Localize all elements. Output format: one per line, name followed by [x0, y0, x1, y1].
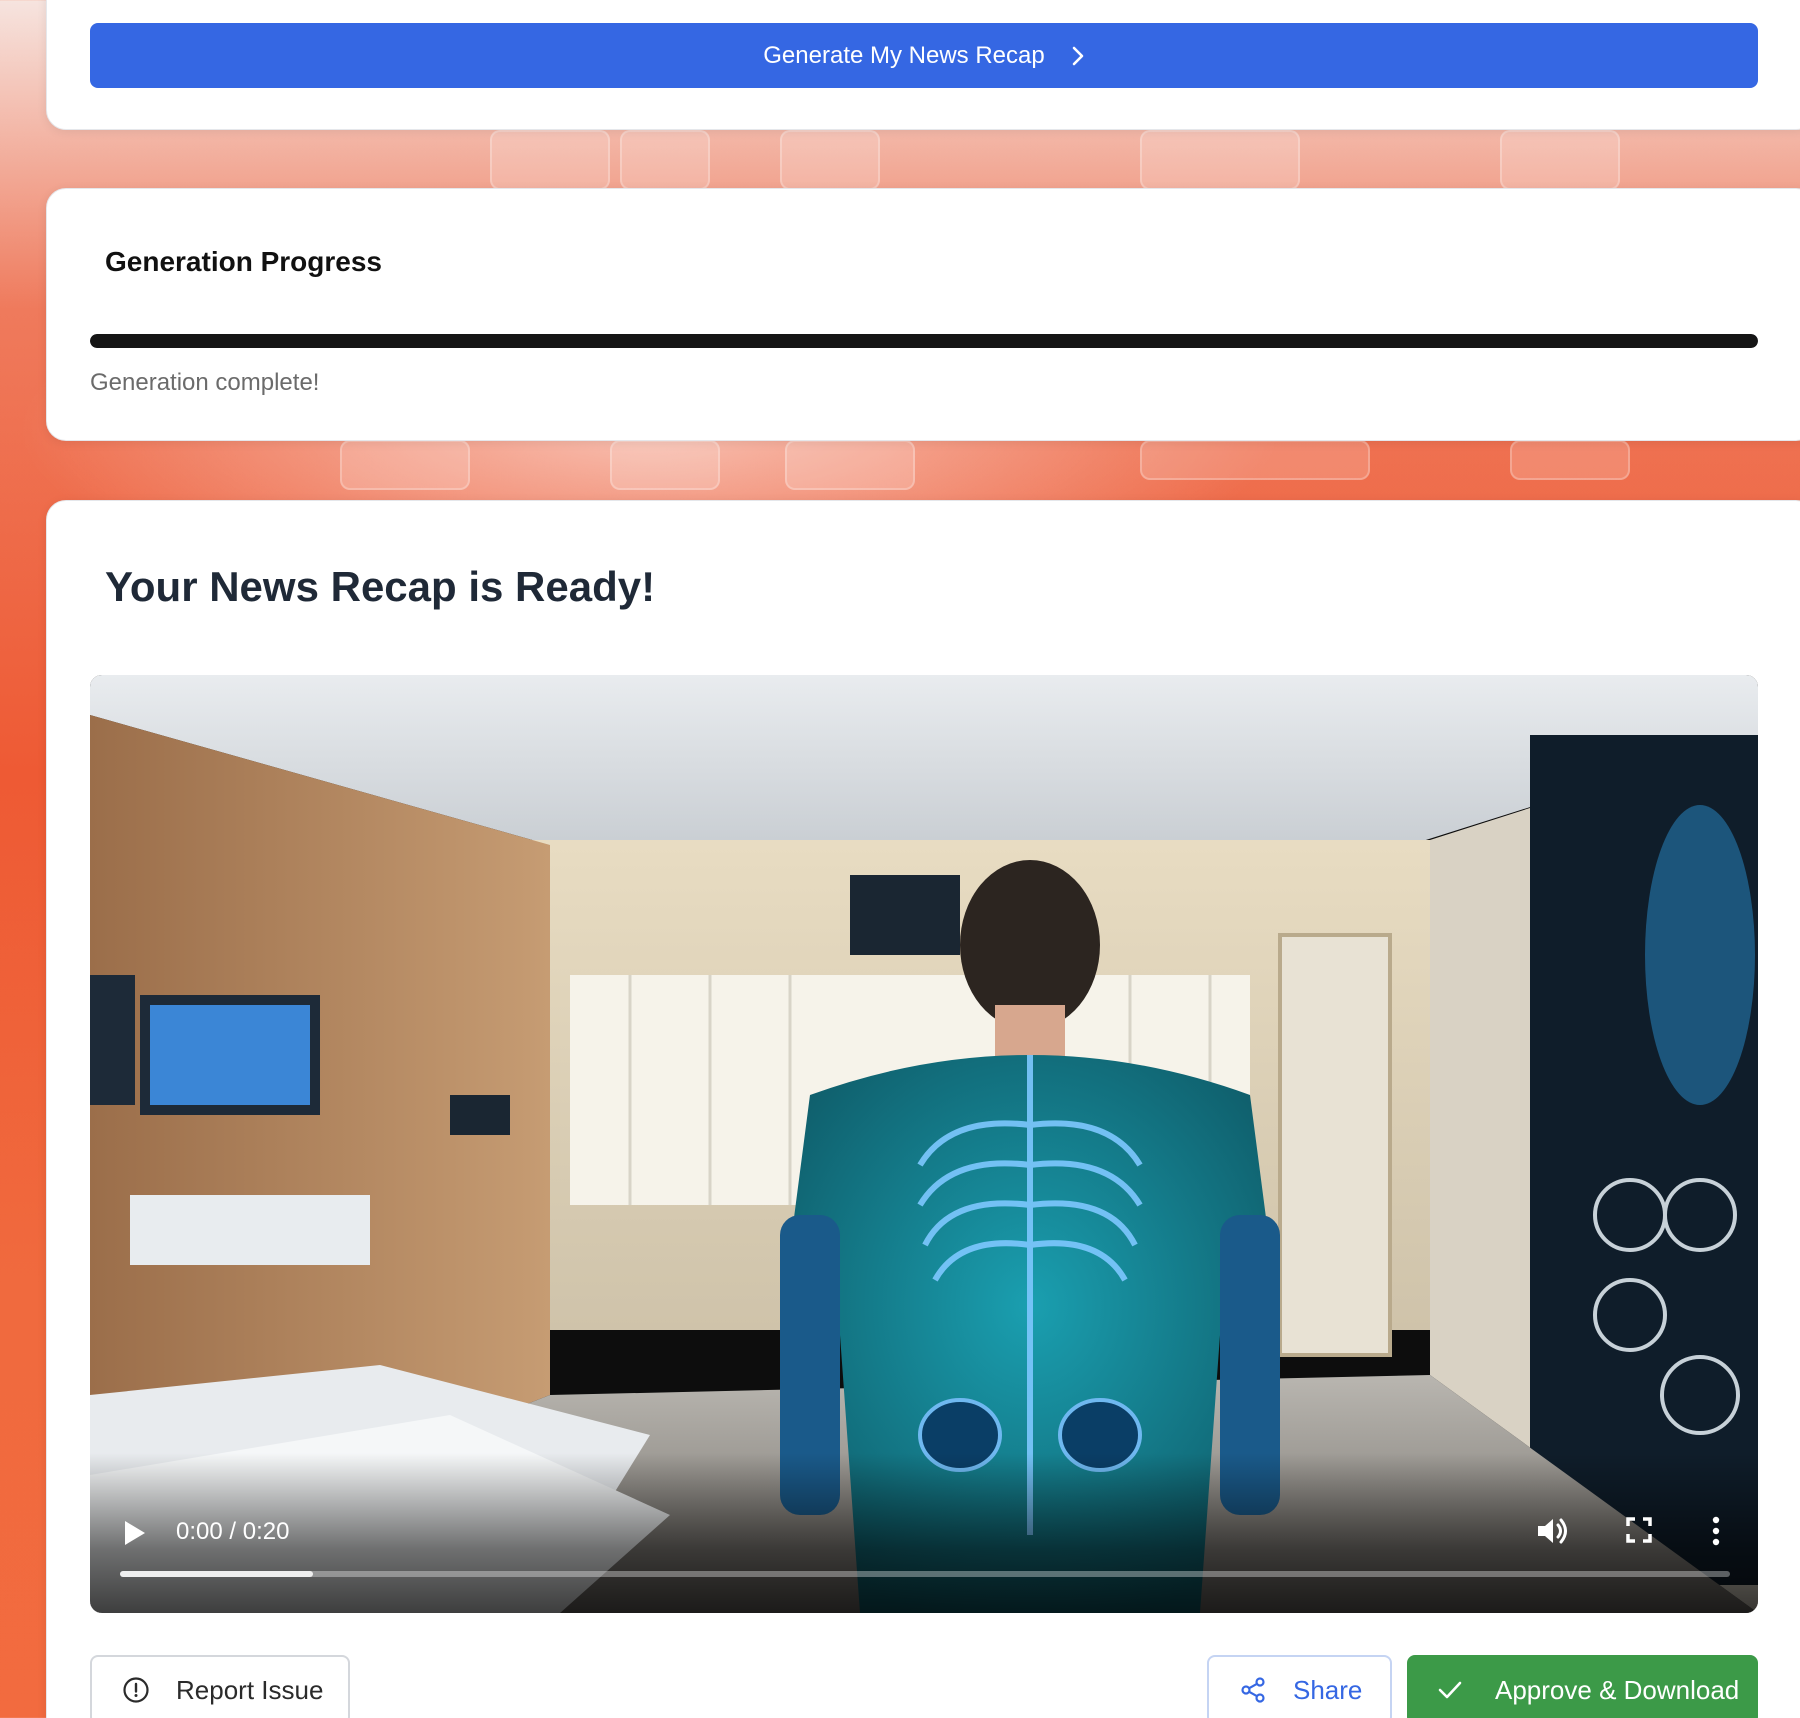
- result-card: Your News Recap is Ready! 0:00 / 0:20 Re…: [46, 500, 1800, 1718]
- approve-download-label: Approve & Download: [1495, 1674, 1740, 1705]
- alert-circle-icon: [123, 1677, 149, 1703]
- report-issue-label: Report Issue: [176, 1674, 324, 1705]
- fullscreen-icon[interactable]: [1624, 1515, 1654, 1545]
- video-player[interactable]: 0:00 / 0:20: [90, 675, 1758, 1613]
- play-icon[interactable]: [120, 1515, 150, 1551]
- share-icon: [1241, 1677, 1265, 1703]
- progress-bar-fill: [90, 334, 1758, 348]
- progress-title: Generation Progress: [105, 246, 382, 277]
- video-controls: 0:00 / 0:20: [90, 1453, 1758, 1613]
- approve-download-button[interactable]: Approve & Download: [1407, 1655, 1758, 1718]
- progress-bar: [90, 334, 1758, 348]
- video-time: 0:00 / 0:20: [176, 1518, 290, 1545]
- progress-status-text: Generation complete!: [90, 369, 320, 396]
- share-label: Share: [1293, 1674, 1363, 1705]
- report-issue-button[interactable]: Report Issue: [90, 1655, 350, 1718]
- video-seek-bar[interactable]: [120, 1571, 1730, 1577]
- result-title: Your News Recap is Ready!: [105, 563, 656, 610]
- video-seek-progress: [120, 1571, 314, 1577]
- generate-recap-label: Generate My News Recap: [763, 41, 1045, 69]
- share-button[interactable]: Share: [1207, 1655, 1392, 1718]
- chevron-right-icon: [1072, 46, 1084, 65]
- volume-icon[interactable]: [1534, 1513, 1570, 1549]
- progress-card: Generation Progress Generation complete!: [46, 188, 1800, 441]
- generate-recap-button[interactable]: Generate My News Recap: [90, 23, 1758, 88]
- check-icon: [1438, 1681, 1462, 1699]
- generate-card: Generate My News Recap: [46, 0, 1800, 130]
- more-options-icon[interactable]: [1710, 1513, 1722, 1549]
